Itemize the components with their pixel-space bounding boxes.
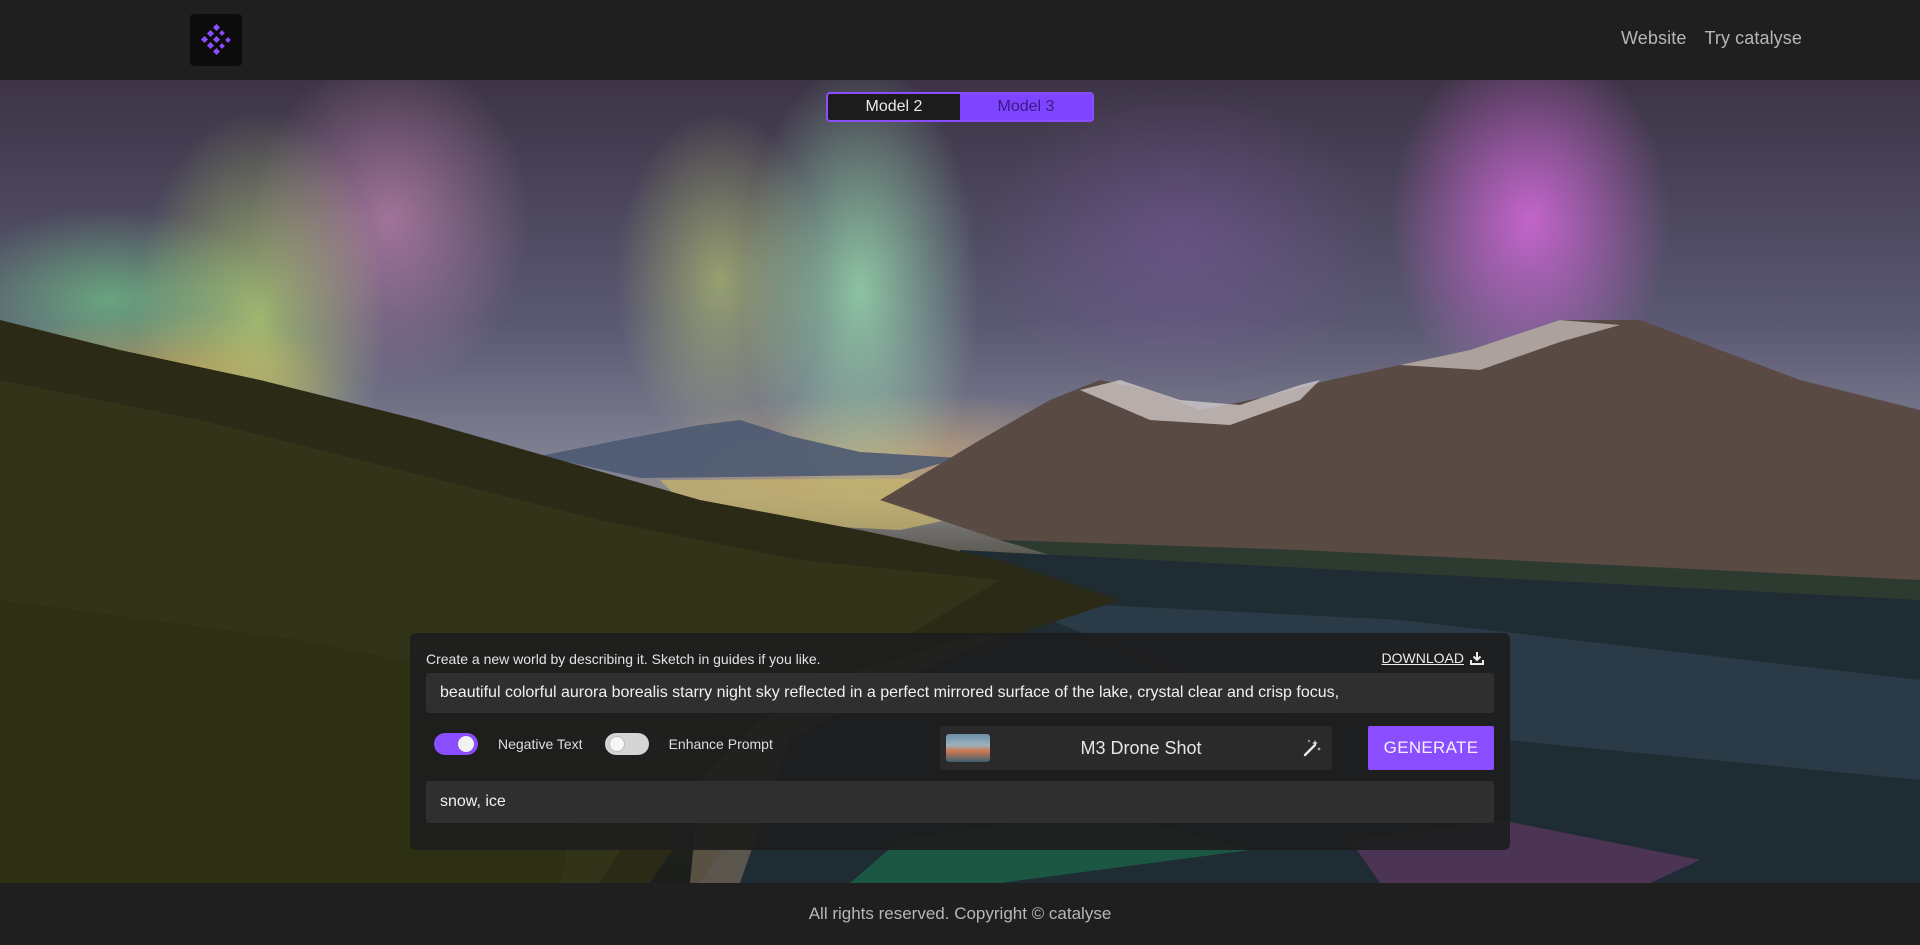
- prompt-input[interactable]: [426, 673, 1494, 713]
- style-picker[interactable]: M3 Drone Shot: [940, 726, 1332, 770]
- footer: All rights reserved. Copyright © catalys…: [0, 883, 1920, 945]
- negative-prompt-input[interactable]: [426, 781, 1494, 823]
- model-option-3[interactable]: Model 3: [960, 94, 1092, 120]
- negative-text-toggle[interactable]: [434, 733, 478, 755]
- nav-link-website[interactable]: Website: [1621, 28, 1686, 49]
- generate-button[interactable]: GENERATE: [1368, 726, 1494, 770]
- nav-link-try-catalyse[interactable]: Try catalyse: [1704, 28, 1802, 49]
- download-button[interactable]: DOWNLOAD: [1382, 650, 1484, 666]
- style-thumbnail: [946, 734, 990, 762]
- negative-text-label: Negative Text: [498, 736, 583, 752]
- prompt-panel: Create a new world by describing it. Ske…: [410, 633, 1510, 850]
- copyright-text: All rights reserved. Copyright © catalys…: [808, 904, 1112, 923]
- download-icon: [1470, 652, 1484, 665]
- model-switch: Model 2 Model 3: [826, 92, 1094, 122]
- catalyse-logo-icon[interactable]: [190, 14, 242, 66]
- top-header: Website Try catalyse: [0, 0, 1920, 80]
- magic-wand-icon[interactable]: [1292, 738, 1332, 758]
- enhance-prompt-toggle[interactable]: [604, 733, 649, 755]
- download-label: DOWNLOAD: [1381, 650, 1464, 666]
- enhance-prompt-label: Enhance Prompt: [668, 736, 773, 752]
- prompt-hint: Create a new world by describing it. Ske…: [426, 651, 821, 667]
- model-option-2[interactable]: Model 2: [828, 94, 960, 120]
- top-nav: Website Try catalyse: [1621, 28, 1802, 49]
- options-row: Negative Text Enhance Prompt: [434, 733, 795, 755]
- style-name: M3 Drone Shot: [1080, 737, 1202, 758]
